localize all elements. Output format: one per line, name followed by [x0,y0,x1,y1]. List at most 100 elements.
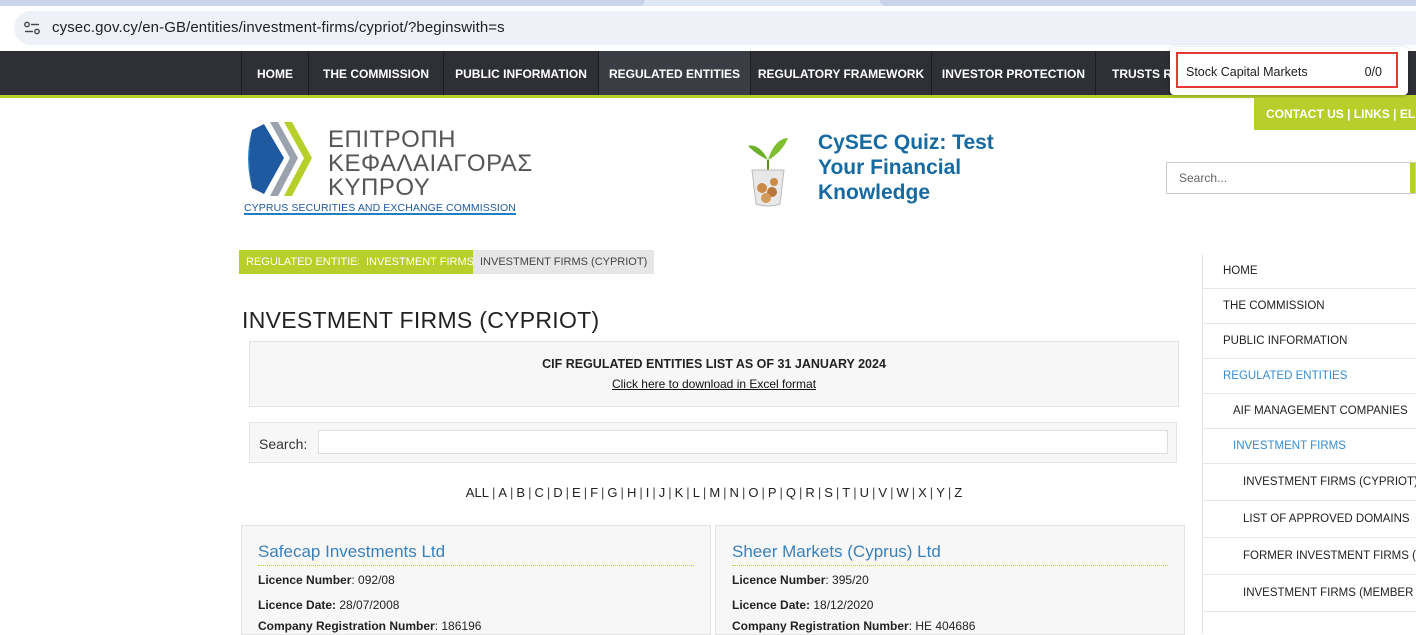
alphabet-letter-t[interactable]: T [842,485,850,500]
licence-date: Licence Date: 18/12/2020 [732,598,874,612]
find-query[interactable]: Stock Capital Markets [1186,65,1308,79]
logo-chevron-icon [248,122,312,196]
alphabet-letter-m[interactable]: M [709,485,720,500]
nav-the-commission[interactable]: THE COMMISSION [308,51,443,95]
sidebar-item-aif-management-companies[interactable]: AIF MANAGEMENT COMPANIES [1203,394,1416,429]
alphabet-separator: | [601,485,605,500]
sidebar-item-investment-firms[interactable]: INVESTMENT FIRMS [1203,429,1416,464]
contact-links-bar[interactable]: CONTACT US | LINKS | EL / E [1254,98,1416,130]
list-search: Search: [249,422,1177,463]
alphabet-separator: | [835,485,840,500]
page-title: INVESTMENT FIRMS (CYPRIOT) [242,307,600,334]
alphabet-letter-z[interactable]: Z [954,485,962,500]
alphabet-separator: | [620,485,624,500]
entity-name-link[interactable]: Safecap Investments Ltd [258,542,445,562]
alphabet-letter-h[interactable]: H [627,485,636,500]
alphabet-letter-all[interactable]: ALL [466,485,489,500]
alphabet-letter-x[interactable]: X [918,485,927,500]
alphabet-separator: | [528,485,532,500]
alphabet-separator: | [890,485,894,500]
alphabet-separator: | [817,485,822,500]
alphabet-separator: | [639,485,643,500]
alphabet-separator: | [565,485,570,500]
alphabet-separator: | [702,485,707,500]
download-excel-link[interactable]: Click here to download in Excel format [612,377,816,391]
alphabet-separator: | [741,485,746,500]
quiz-plant-jar-icon[interactable] [744,130,792,208]
header-search [1166,162,1416,194]
alphabet-letter-n[interactable]: N [730,485,739,500]
alphabet-letter-y[interactable]: Y [936,485,945,500]
logo-text-line3: ΚΥΠΡΟΥ [328,174,431,201]
breadcrumb-regulated-entities[interactable]: REGULATED ENTITIES [239,250,372,274]
nav-regulatory-framework[interactable]: REGULATORY FRAMEWORK [750,51,931,95]
alphabet-separator: | [686,485,690,500]
entity-name-link[interactable]: Sheer Markets (Cyprus) Ltd [732,542,941,562]
nav-regulated-entities[interactable]: REGULATED ENTITIES [598,51,750,98]
sidebar-menu: HOME THE COMMISSION PUBLIC INFORMATION R… [1202,254,1416,634]
alphabet-separator: | [761,485,765,500]
alphabet-letter-q[interactable]: Q [786,485,796,500]
find-match-count: 0/0 [1364,65,1382,79]
alphabet-separator: | [546,485,551,500]
alphabet-separator: | [779,485,783,500]
list-info-box: CIF REGULATED ENTITIES LIST AS OF 31 JAN… [249,341,1179,407]
alphabet-letter-a[interactable]: A [498,485,507,500]
alphabet-separator: | [911,485,916,500]
breadcrumb-current: INVESTMENT FIRMS (CYPRIOT) [473,250,655,274]
alphabet-letter-j[interactable]: J [659,485,666,500]
alphabet-letter-l[interactable]: L [693,485,700,500]
alphabet-letter-d[interactable]: D [553,485,562,500]
licence-number: Licence Number: 395/20 [732,573,869,587]
nav-public-information[interactable]: PUBLIC INFORMATION [443,51,598,95]
company-registration-number: Company Registration Number: HE 404686 [732,619,976,633]
site-settings-icon[interactable] [24,21,40,35]
sidebar-item-investment-firms-cypriot[interactable]: INVESTMENT FIRMS (CYPRIOT) [1203,464,1416,501]
alphabet-separator: | [947,485,952,500]
entity-card: Sheer Markets (Cyprus) Ltd Licence Numbe… [715,525,1185,635]
entity-card: Safecap Investments Ltd Licence Number: … [241,525,711,635]
alphabet-letter-p[interactable]: P [768,485,777,500]
sidebar-item-former-investment-firms[interactable]: FORMER INVESTMENT FIRMS (CYPR [1203,538,1416,575]
alphabet-letter-f[interactable]: F [590,485,598,500]
breadcrumb-investment-firms[interactable]: INVESTMENT FIRMS [359,250,481,274]
alphabet-letter-w[interactable]: W [896,485,908,500]
find-input-box[interactable]: Stock Capital Markets 0/0 [1176,52,1398,88]
alphabet-letter-r[interactable]: R [805,485,814,500]
alphabet-letter-v[interactable]: V [878,485,887,500]
header-search-button[interactable] [1410,163,1415,193]
licence-date: Licence Date: 28/07/2008 [258,598,400,612]
licence-number: Licence Number: 092/08 [258,573,395,587]
card-divider [732,565,1168,566]
sidebar-item-regulated-entities[interactable]: REGULATED ENTITIES [1203,359,1416,394]
find-in-page-bar: Stock Capital Markets 0/0 [1170,47,1408,95]
alphabet-letter-b[interactable]: B [516,485,525,500]
sidebar-item-home[interactable]: HOME [1203,254,1416,289]
url-field[interactable]: cysec.gov.cy/en-GB/entities/investment-f… [14,11,1416,45]
sidebar-item-the-commission[interactable]: THE COMMISSION [1203,289,1416,324]
alphabet-letter-e[interactable]: E [572,485,581,500]
alphabet-letter-s[interactable]: S [824,485,833,500]
url-text[interactable]: cysec.gov.cy/en-GB/entities/investment-f… [52,19,505,36]
sidebar-item-public-information[interactable]: PUBLIC INFORMATION [1203,324,1416,359]
cysec-logo[interactable]: ΕΠΙΤΡΟΠΗ ΚΕΦΑΛΑΙΑΓΟΡΑΣ ΚΥΠΡΟΥ CYPRUS SEC… [244,116,532,220]
header-search-input[interactable] [1167,163,1411,193]
sidebar-item-list-of-approved-domains[interactable]: LIST OF APPROVED DOMAINS [1203,501,1416,538]
alphabet-separator: | [853,485,857,500]
quiz-banner-link[interactable]: CySEC Quiz: Test Your Financial Knowledg… [818,130,1018,205]
alphabet-separator: | [872,485,876,500]
alphabet-letter-k[interactable]: K [675,485,684,500]
alphabet-separator: | [929,485,934,500]
alphabet-letter-u[interactable]: U [860,485,869,500]
list-search-input[interactable] [318,430,1168,454]
alphabet-separator: | [723,485,727,500]
alphabet-letter-g[interactable]: G [607,485,617,500]
alphabet-letter-c[interactable]: C [534,485,543,500]
nav-investor-protection[interactable]: INVESTOR PROTECTION [931,51,1095,95]
alphabet-separator: | [799,485,803,500]
alphabet-letter-i[interactable]: I [646,485,650,500]
nav-home[interactable]: HOME [241,51,308,95]
alphabet-separator: | [510,485,514,500]
sidebar-item-investment-firms-member-states[interactable]: INVESTMENT FIRMS (MEMBER STAT [1203,575,1416,612]
alphabet-letter-o[interactable]: O [748,485,758,500]
